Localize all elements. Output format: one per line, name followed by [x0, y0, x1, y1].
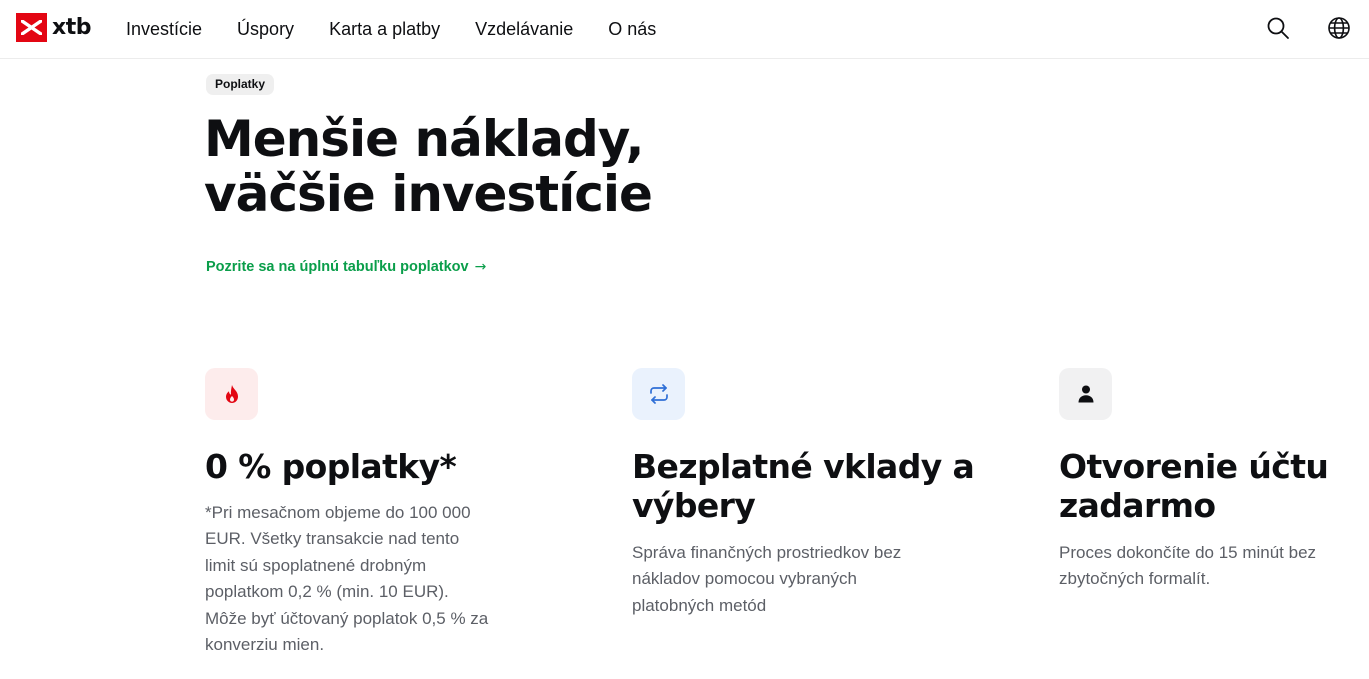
feature-desc-line: *Pri mesačnom objeme do 100 000 — [205, 503, 471, 522]
feature-free-account: Otvorenie účtu zadarmo Proces dokončíte … — [1059, 368, 1359, 593]
feature-title-line: Bezplatné vklady a — [632, 447, 975, 486]
feature-description: Správa finančných prostriedkov bez nákla… — [632, 540, 992, 619]
top-navigation-bar: xtb Investície Úspory Karta a platby Vzd… — [0, 0, 1369, 59]
xtb-logo-mark-icon — [16, 13, 47, 42]
feature-title-line: 0 % poplatky* — [205, 447, 457, 486]
feature-description: *Pri mesačnom objeme do 100 000 EUR. Vše… — [205, 500, 535, 658]
feature-desc-line: konverziu mien. — [205, 635, 325, 655]
logo-text: xtb — [52, 15, 91, 40]
fee-link-text: Pozrite sa na úplnú tabuľku poplatkov — [206, 259, 469, 275]
feature-desc-line: Môže byť účtovaný poplatok 0,5 % za — [205, 608, 489, 628]
section-badge: Poplatky — [206, 74, 275, 95]
hero-title-line: Menšie náklady, — [204, 110, 644, 168]
feature-title: 0 % poplatky* — [205, 447, 535, 486]
feature-desc-line: EUR. Všetky transakcie nad tento — [205, 529, 460, 549]
feature-desc-line: Správa finančných prostriedkov bez — [632, 543, 902, 562]
feature-desc-line: Proces dokončíte do 15 minút bez — [1059, 543, 1317, 562]
feature-title: Bezplatné vklady a výbery — [632, 447, 992, 525]
nav-item-o-nas[interactable]: O nás — [608, 19, 656, 40]
feature-desc-line: limit sú spoplatnené drobným — [205, 555, 427, 575]
feature-title-line: Otvorenie účtu — [1059, 447, 1329, 486]
user-icon — [1059, 368, 1112, 420]
repeat-arrows-icon — [632, 368, 685, 420]
feature-desc-line: platobných metód — [632, 595, 767, 615]
nav-item-uspory[interactable]: Úspory — [237, 19, 294, 40]
search-icon[interactable] — [1264, 14, 1292, 42]
feature-description: Proces dokončíte do 15 minút bez zbytočn… — [1059, 540, 1359, 593]
xtb-logo[interactable]: xtb — [16, 13, 91, 42]
feature-desc-line: poplatkom 0,2 % (min. 10 EUR). — [205, 582, 449, 602]
feature-desc-line: nákladov pomocou vybraných — [632, 569, 857, 589]
flame-icon — [205, 368, 258, 420]
arrow-right-icon: → — [474, 259, 487, 275]
full-fee-table-link[interactable]: Pozrite sa na úplnú tabuľku poplatkov → — [206, 259, 486, 275]
nav-item-karta-a-platby[interactable]: Karta a platby — [329, 19, 440, 40]
nav-item-investicie[interactable]: Investície — [126, 19, 202, 40]
feature-zero-fees: 0 % poplatky* *Pri mesačnom objeme do 10… — [205, 368, 535, 658]
feature-title-line: zadarmo — [1059, 486, 1216, 525]
hero-title-line: väčšie investície — [204, 165, 653, 223]
feature-title: Otvorenie účtu zadarmo — [1059, 447, 1359, 525]
hero-title: Menšie náklady, väčšie investície — [204, 112, 804, 222]
feature-free-deposits: Bezplatné vklady a výbery Správa finančn… — [632, 368, 992, 619]
nav-item-vzdelavanie[interactable]: Vzdelávanie — [475, 19, 573, 40]
globe-icon[interactable] — [1325, 14, 1353, 42]
feature-desc-line: zbytočných formalít. — [1059, 569, 1211, 589]
feature-title-line: výbery — [632, 486, 756, 525]
main-nav: Investície Úspory Karta a platby Vzdeláv… — [126, 0, 656, 59]
